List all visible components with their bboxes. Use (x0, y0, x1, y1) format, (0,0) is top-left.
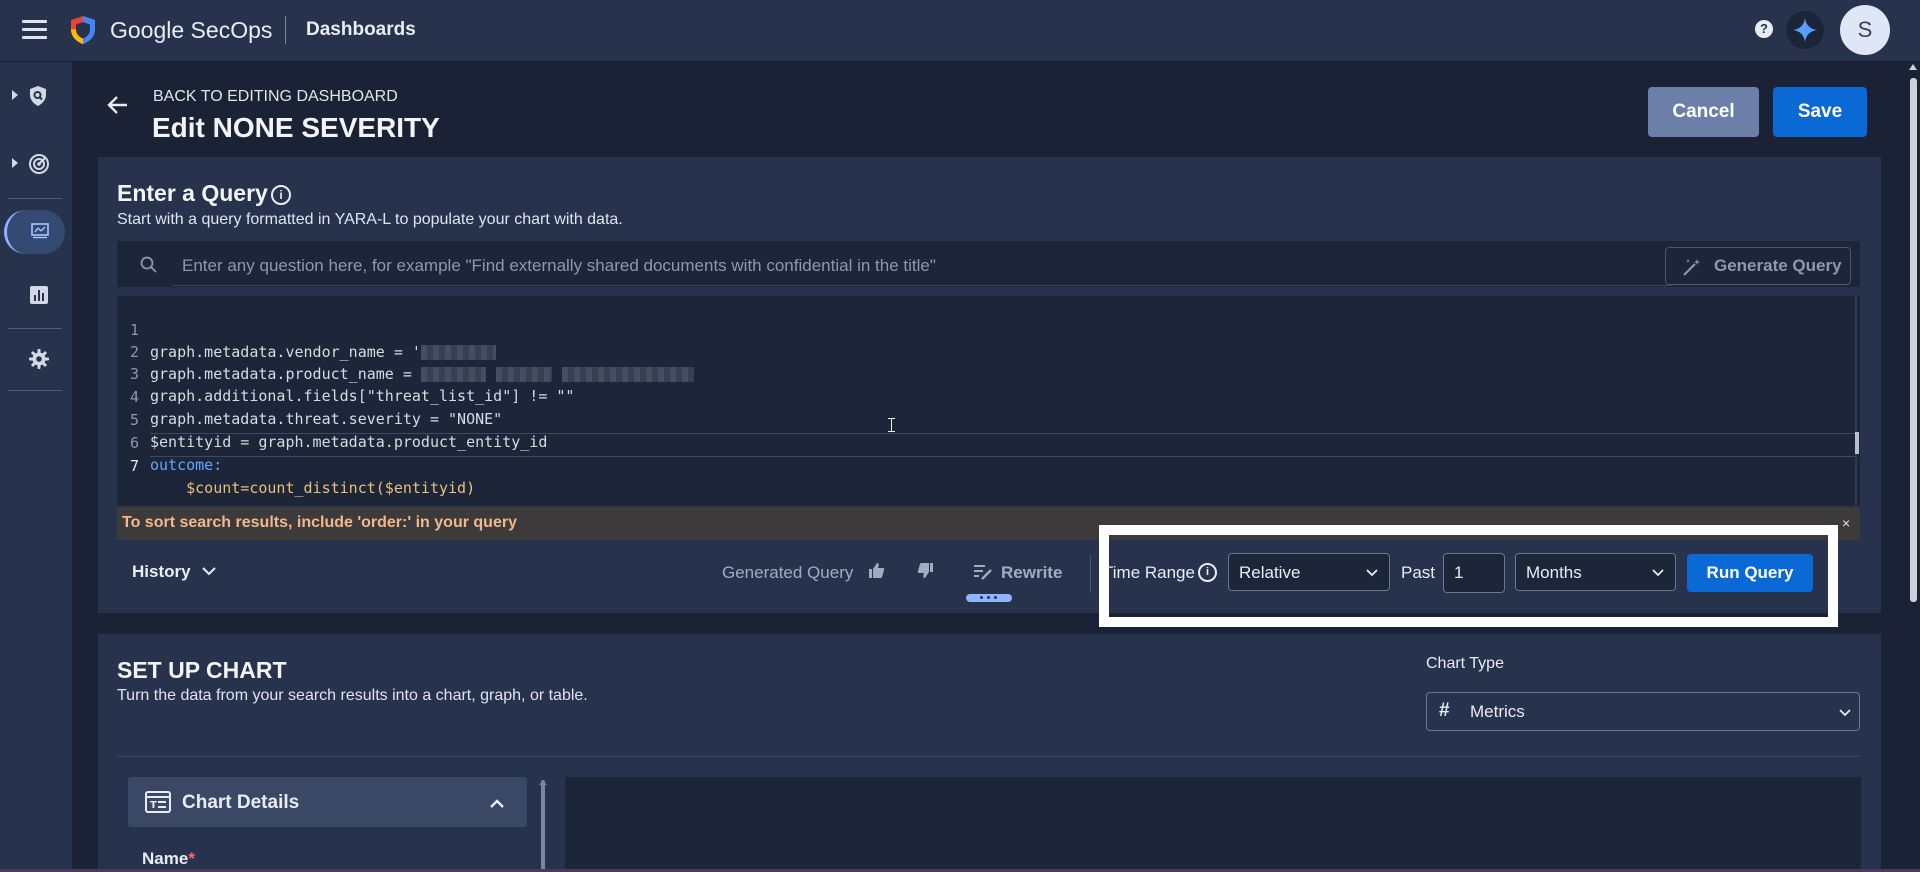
sparkle-icon (1793, 18, 1817, 42)
header-divider (285, 16, 286, 44)
code-line: 1 graph.metadata.vendor_name = ' (117, 297, 1858, 361)
chart-type-value: Metrics (1470, 702, 1525, 721)
code-line: 6 outcome: (117, 410, 1858, 474)
gear-icon (29, 349, 49, 369)
page-title: Edit NONE SEVERITY (152, 112, 440, 143)
card-details-icon: T (145, 791, 171, 813)
editor-scroll-marker (1855, 432, 1859, 454)
query-section-title: Enter a Query (117, 180, 268, 206)
chevron-right-icon (12, 158, 18, 168)
history-toggle[interactable]: History (132, 562, 191, 582)
shield-search-icon (30, 86, 46, 106)
details-scrollbar[interactable] (541, 780, 545, 872)
chart-details-title: Chart Details (182, 792, 300, 813)
section-divider (117, 756, 1860, 757)
chart-section-subtitle: Turn the data from your search results i… (117, 687, 588, 704)
code-text: $count=count_distinct($entityid) (150, 479, 476, 497)
svg-text:T: T (150, 800, 157, 811)
bar-chart-icon (30, 286, 48, 304)
chart-preview-area (565, 777, 1861, 872)
code-line: 4 graph.metadata.threat.severity = "NONE… (117, 364, 1858, 428)
gemini-button[interactable] (1786, 11, 1824, 49)
warning-text: To sort search results, include 'order:'… (122, 514, 517, 531)
highlight-box (1099, 525, 1838, 627)
code-line: 7 $count=count_distinct($entityid) (117, 433, 1858, 497)
radar-icon (29, 154, 49, 174)
code-line: 5 $entityid = graph.metadata.product_ent… (117, 387, 1858, 451)
dashboard-icon (31, 223, 49, 239)
line-number: 7 (129, 457, 139, 475)
thumbs-down-icon[interactable] (917, 562, 934, 579)
chevron-down-icon[interactable] (201, 563, 217, 579)
top-bar (0, 0, 1920, 62)
brand-name: Google SecOps (110, 17, 273, 43)
back-arrow-icon[interactable] (106, 95, 128, 115)
info-icon[interactable]: i (271, 185, 291, 205)
sidebar-item-detection[interactable] (0, 141, 72, 187)
generate-query-button[interactable]: Generate Query (1665, 247, 1851, 285)
code-line: 2 graph.metadata.product_name = (117, 319, 1858, 383)
scroll-up-icon[interactable] (1909, 64, 1917, 70)
chevron-up-icon[interactable] (489, 796, 505, 812)
avatar[interactable]: S (1840, 5, 1890, 55)
secops-logo-icon (71, 16, 95, 44)
code-line: 3 graph.additional.fields["threat_list_i… (117, 341, 1858, 405)
menu-icon[interactable] (22, 20, 47, 40)
name-field-label: Name* (142, 849, 195, 869)
sidebar-divider (8, 390, 62, 391)
chart-type-label: Chart Type (1426, 655, 1504, 672)
sidebar-divider (8, 198, 62, 199)
search-icon (140, 256, 157, 273)
editor-scrollbar[interactable] (1855, 296, 1857, 506)
cancel-button[interactable]: Cancel (1648, 87, 1759, 137)
resize-handle[interactable] (966, 594, 1012, 602)
code-text: outcome: (150, 456, 223, 474)
page-scrollbar-thumb[interactable] (1910, 78, 1917, 602)
required-marker: * (188, 849, 195, 868)
text-cursor-icon (888, 418, 895, 432)
query-section-subtitle: Start with a query formatted in YARA-L t… (117, 211, 623, 228)
generated-query-label: Generated Query (722, 563, 854, 582)
rewrite-button[interactable]: Rewrite (1001, 563, 1062, 583)
sidebar-item-investigation[interactable] (0, 73, 72, 119)
thumbs-up-icon[interactable] (868, 562, 885, 579)
toolbar-divider (1090, 555, 1091, 593)
natural-language-query-input[interactable] (172, 247, 1672, 286)
name-label-text: Name (142, 849, 189, 868)
sidebar-item-reports[interactable] (0, 272, 72, 318)
close-icon[interactable]: × (1842, 515, 1850, 531)
chevron-down-icon[interactable] (1838, 706, 1852, 720)
chevron-right-icon (12, 90, 18, 100)
magic-wand-icon (1683, 259, 1700, 276)
sidebar-item-settings[interactable] (0, 335, 72, 381)
section-title[interactable]: Dashboards (306, 19, 416, 41)
help-icon[interactable]: ? (1755, 20, 1773, 38)
back-to-dashboard-link[interactable]: BACK TO EDITING DASHBOARD (153, 88, 398, 106)
hash-icon: # (1439, 700, 1450, 721)
save-button[interactable]: Save (1773, 87, 1867, 137)
chart-section-title: SET UP CHART (117, 657, 287, 683)
rewrite-icon[interactable] (973, 563, 993, 581)
sidebar-item-dashboards[interactable] (4, 210, 65, 254)
sidebar-divider (8, 328, 62, 329)
query-code-editor[interactable]: 1 graph.metadata.vendor_name = ' 2 graph… (117, 296, 1860, 506)
generate-query-label: Generate Query (1714, 256, 1842, 275)
